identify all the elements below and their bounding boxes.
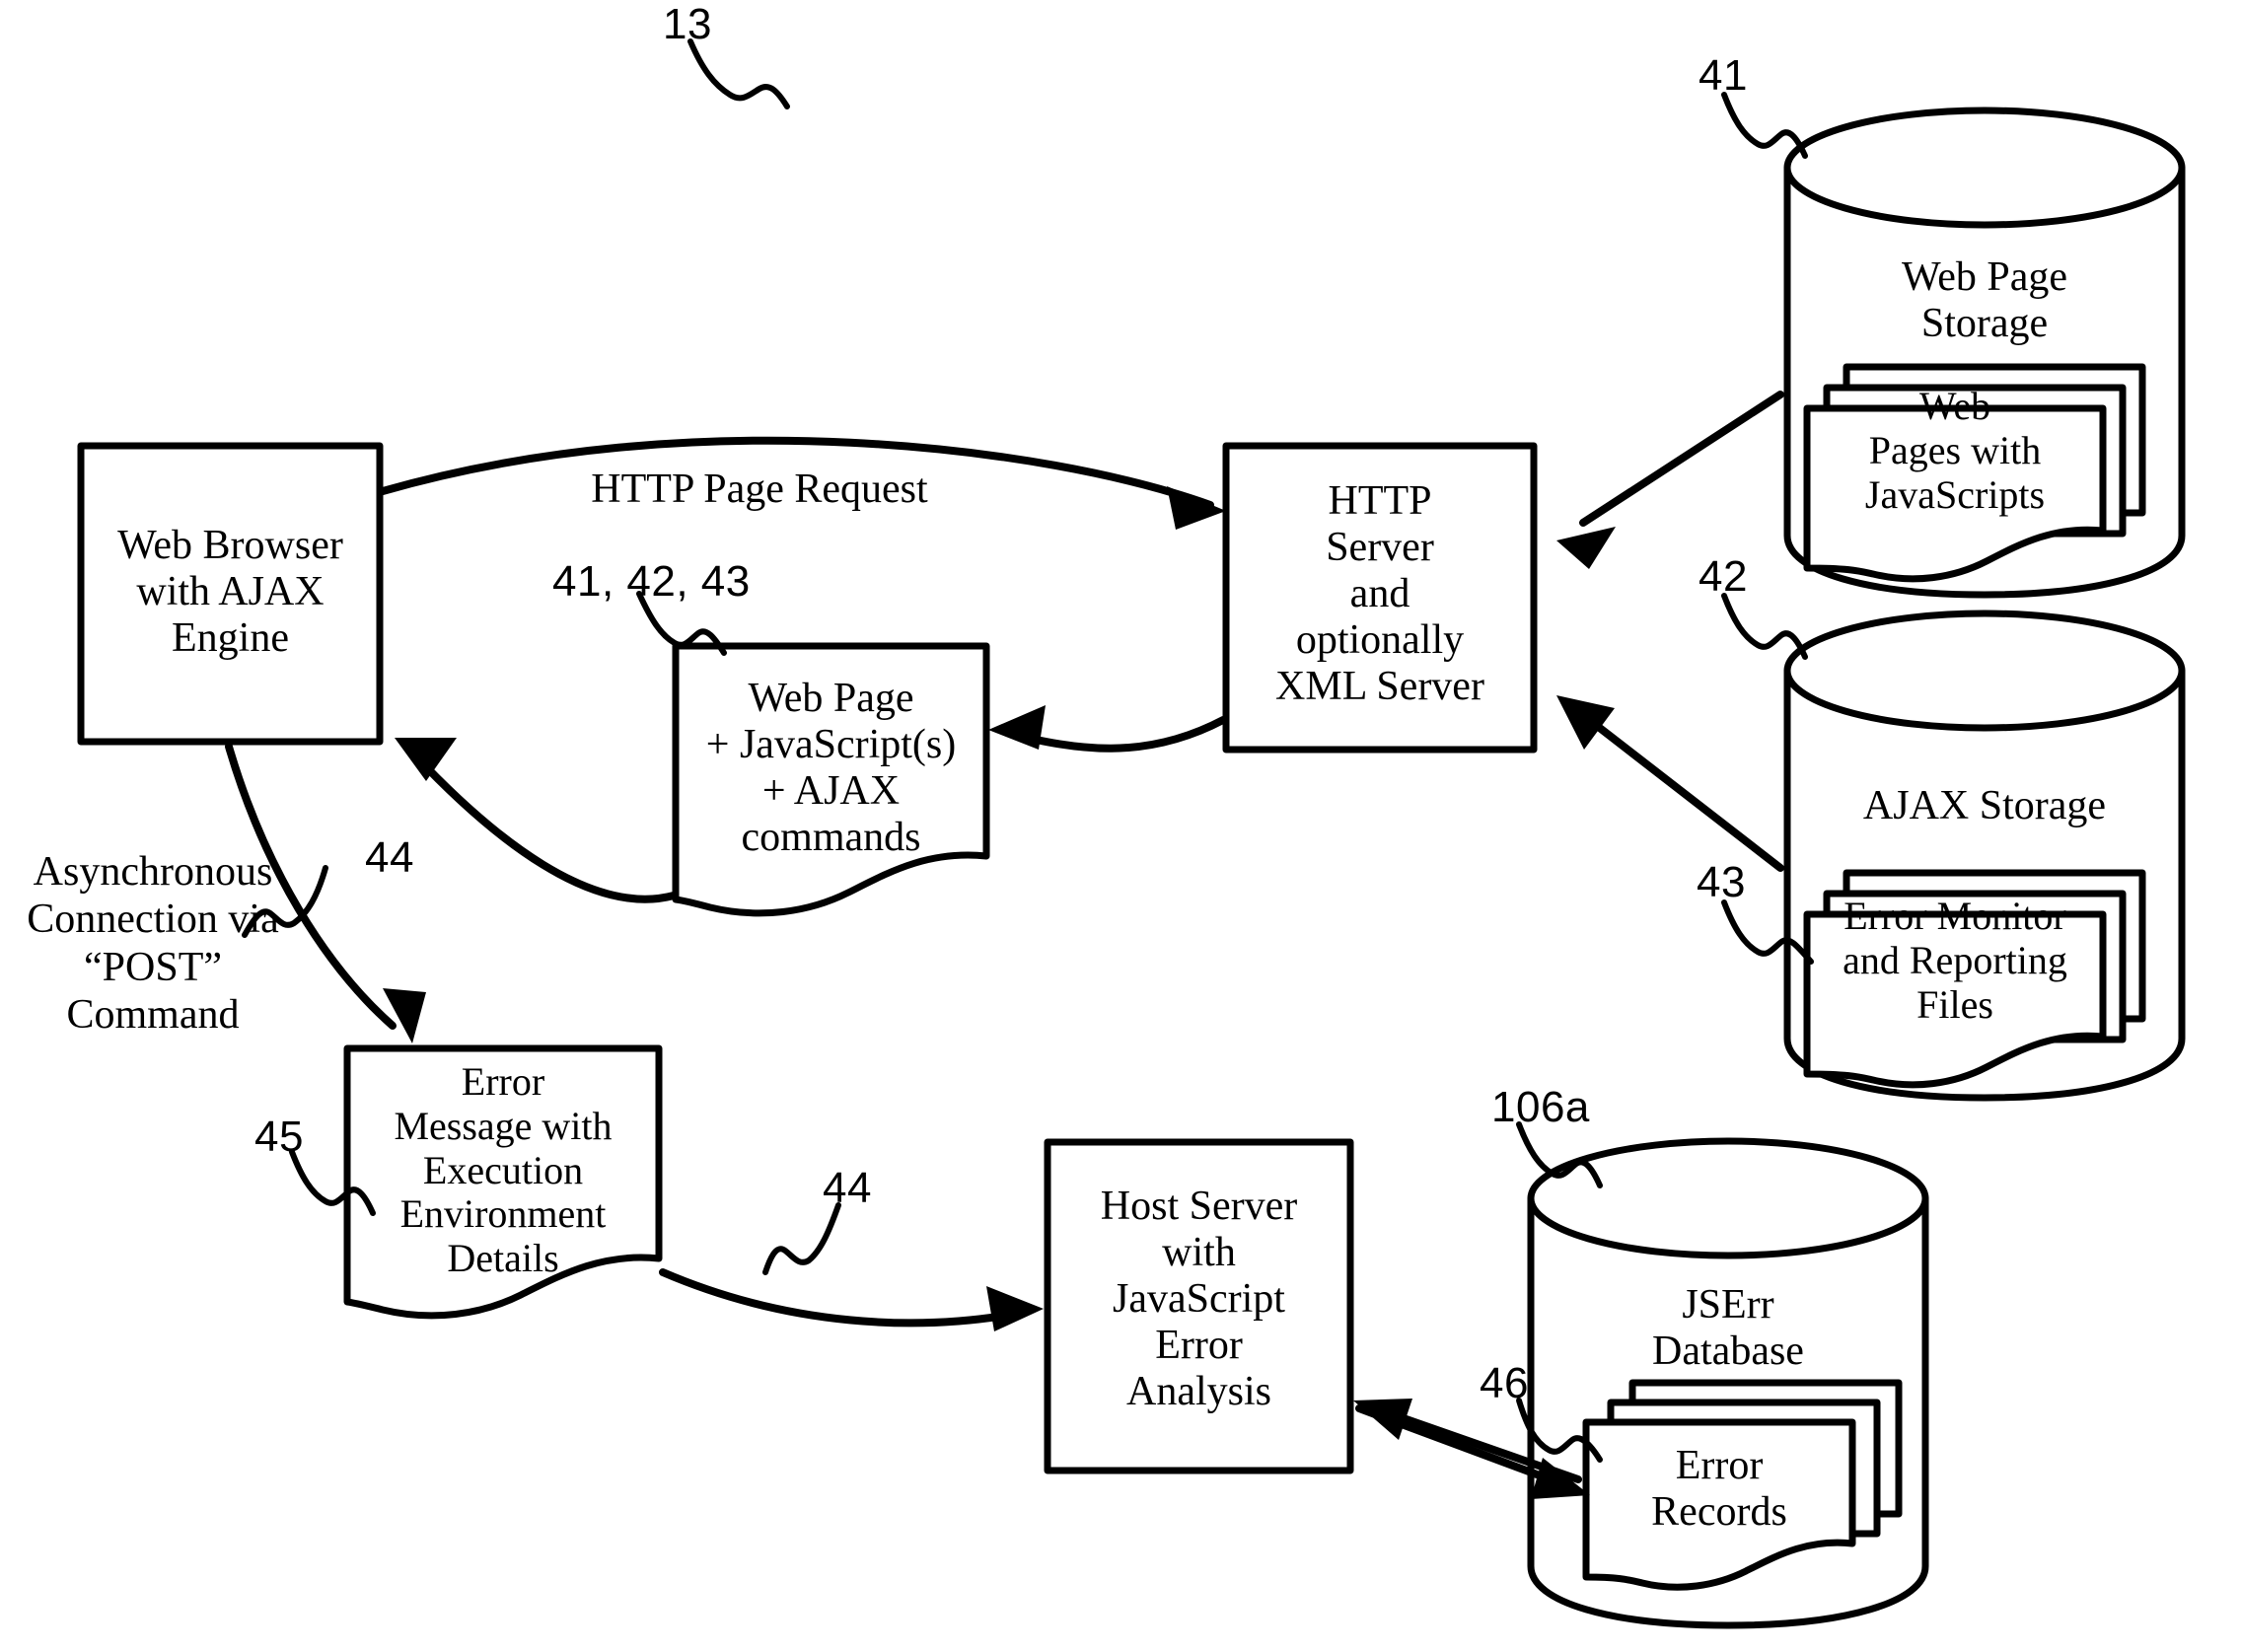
- ref-numeral-44-error-host: 44: [823, 1164, 872, 1212]
- web-page-document-label: Web Page + JavaScript(s) + AJAX commands: [705, 676, 957, 861]
- web-page-storage-label: Web Page Storage: [1901, 254, 2068, 347]
- ref-numeral-46: 46: [1480, 1359, 1529, 1407]
- ajax-storage-to-server-arrowhead: [1556, 695, 1615, 750]
- leader-line-41-storage: [1721, 92, 1808, 159]
- ref-numeral-13: 13: [663, 0, 712, 48]
- error-records-label: Error Records: [1651, 1443, 1787, 1536]
- ref-numeral-41-doc-group: 41, 42, 43: [552, 557, 751, 606]
- http-server-label: HTTP Server and optionally XML Server: [1275, 478, 1484, 710]
- ref-numeral-106a: 106a: [1491, 1083, 1590, 1131]
- web-browser-label: Web Browser with AJAX Engine: [117, 523, 343, 662]
- web-page-storage-cylinder-top: [1783, 107, 2186, 229]
- ref-numeral-42-storage: 42: [1699, 552, 1748, 601]
- leader-line-44-error-host: [762, 1202, 841, 1275]
- http-page-request-arrowhead: [1167, 486, 1226, 530]
- patent-figure-canvas: Web Browser with AJAX Engine HTTP Server…: [0, 0, 2241, 1652]
- ref-numeral-41-storage: 41: [1699, 51, 1748, 100]
- leader-line-42-storage: [1721, 593, 1808, 660]
- jserr-database-label: JSErr Database: [1652, 1282, 1804, 1375]
- async-post-label: Asynchronous Connection via “POST” Comma…: [27, 849, 279, 1038]
- ajax-storage-to-server-line: [1579, 711, 1784, 872]
- leader-line-13: [687, 38, 790, 109]
- ref-numeral-44-post: 44: [365, 833, 414, 882]
- error-to-host-arrowhead: [986, 1286, 1044, 1331]
- error-message-document-label: Error Message with Execution Environment…: [394, 1059, 613, 1281]
- async-post-arrowhead: [383, 988, 426, 1043]
- error-to-host-arrow-line: [659, 1268, 1020, 1328]
- ref-numeral-43-files: 43: [1697, 858, 1746, 906]
- host-server-label: Host Server with JavaScript Error Analys…: [1100, 1184, 1298, 1415]
- webpage-to-browser-arrowhead: [395, 738, 457, 781]
- error-monitor-files-label: Error Monitor and Reporting Files: [1843, 894, 2067, 1027]
- webpage-storage-to-server-line: [1579, 391, 1784, 527]
- ajax-storage-cylinder-top: [1783, 610, 2186, 732]
- webpage-to-browser-arrow-line: [410, 751, 678, 903]
- web-pages-with-javascripts-label: Web Pages with JavaScripts: [1864, 384, 2046, 517]
- jserr-database-cylinder-top: [1527, 1137, 1929, 1259]
- ajax-storage-label: AJAX Storage: [1862, 783, 2107, 828]
- webpage-storage-to-server-arrowhead: [1556, 527, 1616, 569]
- ref-numeral-45-errdoc: 45: [254, 1113, 304, 1161]
- server-to-webpage-arrowhead: [988, 705, 1046, 750]
- http-page-request-label: HTTP Page Request: [591, 467, 928, 512]
